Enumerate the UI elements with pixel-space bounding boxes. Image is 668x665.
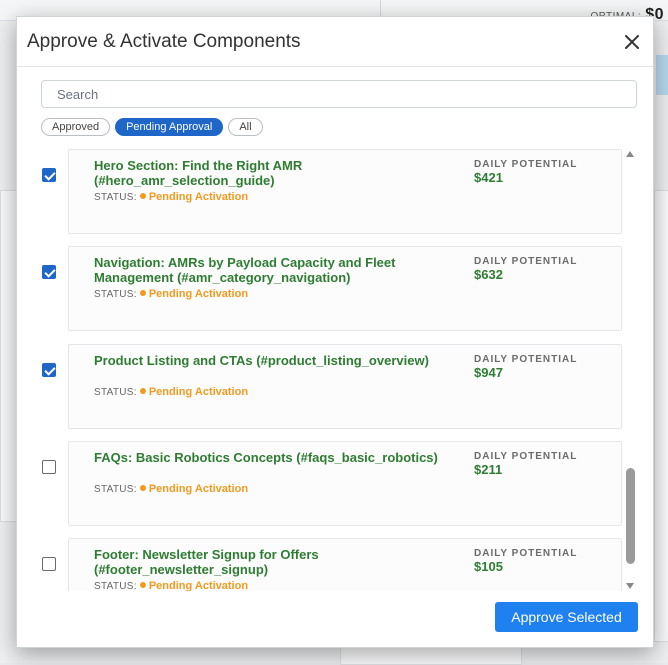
status-label: STATUS:	[94, 192, 137, 203]
daily-potential-value: $947	[474, 365, 503, 380]
item-checkbox[interactable]	[42, 460, 56, 474]
daily-potential-label: DAILY POTENTIAL	[474, 159, 578, 170]
component-card: FAQs: Basic Robotics Concepts (#faqs_bas…	[68, 441, 622, 526]
component-title: Product Listing and CTAs (#product_listi…	[94, 353, 429, 368]
status-label: STATUS:	[94, 581, 137, 591]
item-checkbox[interactable]	[42, 557, 56, 571]
component-status: STATUS: Pending Activation	[94, 580, 248, 591]
list-item: Hero Section: Find the Right AMR (#hero_…	[17, 149, 653, 239]
status-dot-icon	[139, 388, 146, 394]
close-button[interactable]	[621, 31, 643, 53]
component-status: STATUS: Pending Activation	[94, 386, 248, 398]
daily-potential-value: $105	[474, 559, 503, 574]
component-card: Footer: Newsletter Signup for Offers (#f…	[68, 538, 622, 591]
search-input[interactable]	[41, 80, 637, 108]
component-card: Product Listing and CTAs (#product_listi…	[68, 344, 622, 429]
background-button-edge	[656, 55, 668, 95]
component-card: Navigation: AMRs by Payload Capacity and…	[68, 246, 622, 331]
status-value: Pending Activation	[148, 191, 249, 203]
filter-pills: Approved Pending Approval All	[41, 118, 263, 136]
status-label: STATUS:	[94, 484, 137, 495]
status-label: STATUS:	[94, 289, 137, 300]
status-dot-icon	[139, 290, 146, 296]
status-dot-icon	[139, 485, 146, 491]
status-value: Pending Activation	[148, 580, 249, 591]
component-title: Navigation: AMRs by Payload Capacity and…	[94, 255, 396, 285]
component-status: STATUS: Pending Activation	[94, 483, 248, 495]
status-value: Pending Activation	[148, 483, 249, 495]
filter-all[interactable]: All	[228, 118, 263, 136]
list-item: Navigation: AMRs by Payload Capacity and…	[17, 246, 653, 336]
component-status: STATUS: Pending Activation	[94, 288, 248, 300]
list-item: FAQs: Basic Robotics Concepts (#faqs_bas…	[17, 441, 653, 531]
daily-potential-value: $421	[474, 170, 503, 185]
modal-title: Approve & Activate Components	[27, 31, 301, 52]
status-label: STATUS:	[94, 387, 137, 398]
component-title: Hero Section: Find the Right AMR (#hero_…	[94, 158, 303, 188]
scroll-down-arrow-icon[interactable]	[625, 582, 635, 590]
list-item: Product Listing and CTAs (#product_listi…	[17, 344, 653, 434]
daily-potential-label: DAILY POTENTIAL	[474, 548, 578, 559]
item-checkbox[interactable]	[42, 363, 56, 377]
status-value: Pending Activation	[148, 288, 249, 300]
status-value: Pending Activation	[148, 386, 249, 398]
modal-header: Approve & Activate Components	[17, 17, 653, 67]
approve-activate-modal: Approve & Activate Components Approved P…	[16, 16, 654, 648]
component-list: Hero Section: Find the Right AMR (#hero_…	[17, 149, 653, 591]
scroll-up-arrow-icon[interactable]	[625, 150, 635, 158]
list-item: Footer: Newsletter Signup for Offers (#f…	[17, 538, 653, 591]
component-title: FAQs: Basic Robotics Concepts (#faqs_bas…	[94, 450, 438, 465]
status-dot-icon	[139, 193, 146, 199]
item-checkbox[interactable]	[42, 265, 56, 279]
approve-selected-button[interactable]: Approve Selected	[495, 602, 638, 632]
background-panel-right	[654, 190, 668, 642]
daily-potential-label: DAILY POTENTIAL	[474, 354, 578, 365]
component-status: STATUS: Pending Activation	[94, 191, 248, 203]
component-card: Hero Section: Find the Right AMR (#hero_…	[68, 149, 622, 234]
filter-approved[interactable]: Approved	[41, 118, 111, 136]
filter-pending-approval[interactable]: Pending Approval	[115, 118, 224, 136]
scrollbar-thumb[interactable]	[626, 468, 635, 564]
component-title: Footer: Newsletter Signup for Offers (#f…	[94, 547, 319, 577]
daily-potential-label: DAILY POTENTIAL	[474, 256, 578, 267]
close-icon	[625, 35, 639, 49]
daily-potential-value: $211	[474, 462, 503, 477]
status-dot-icon	[139, 582, 146, 588]
daily-potential-value: $632	[474, 267, 503, 282]
item-checkbox[interactable]	[42, 168, 56, 182]
daily-potential-label: DAILY POTENTIAL	[474, 451, 578, 462]
